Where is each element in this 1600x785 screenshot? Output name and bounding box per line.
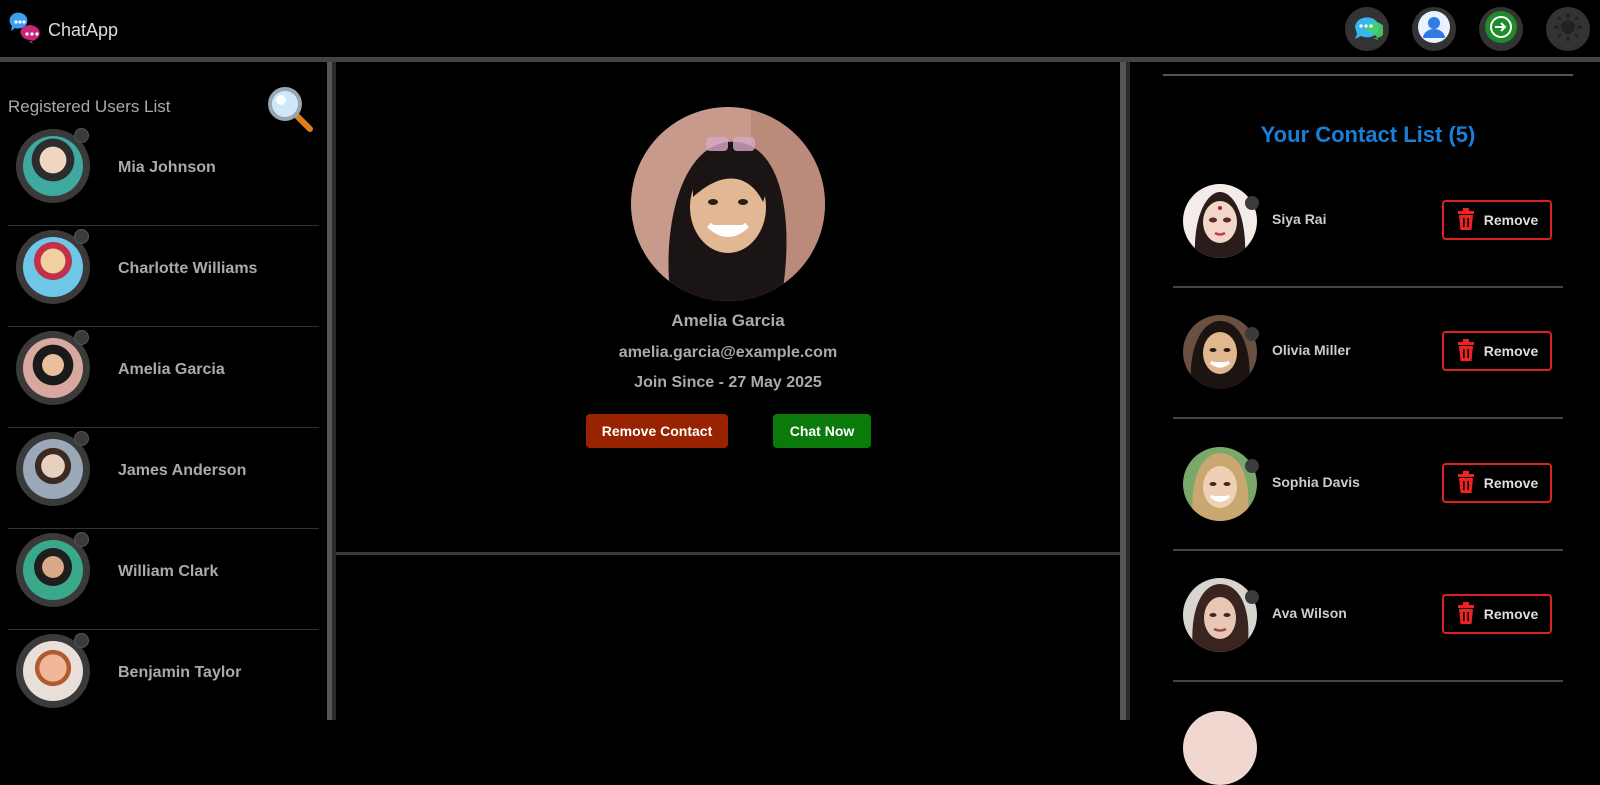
registered-users-heading: Registered Users List xyxy=(8,97,171,116)
trash-icon xyxy=(1456,338,1476,364)
avatar xyxy=(16,128,90,203)
contact-list-top-rule xyxy=(1163,74,1573,76)
remove-label: Remove xyxy=(1483,606,1539,622)
contact-list-item-partial[interactable] xyxy=(1183,711,1257,785)
contact-list-item[interactable]: Sophia Davis Remove xyxy=(1173,447,1563,576)
avatar xyxy=(1183,184,1257,258)
remove-label: Remove xyxy=(1483,475,1539,491)
user-list-item[interactable]: Charlotte Williams xyxy=(8,225,319,327)
top-bar: ChatApp xyxy=(0,0,1600,57)
avatar xyxy=(1183,447,1257,521)
user-list-item[interactable]: Mia Johnson xyxy=(8,124,319,226)
avatar xyxy=(16,229,90,304)
avatar xyxy=(16,532,90,607)
contact-name: Olivia Miller xyxy=(1272,342,1351,358)
nav-chats-button[interactable] xyxy=(1345,7,1389,51)
left-panel-divider xyxy=(327,62,336,720)
avatar xyxy=(16,431,90,506)
contact-list-item[interactable]: Siya Rai Remove xyxy=(1173,184,1563,313)
contact-divider xyxy=(1173,417,1563,419)
status-dot xyxy=(74,431,89,446)
user-name: Amelia Garcia xyxy=(118,361,225,378)
user-name: Charlotte Williams xyxy=(118,260,258,277)
user-name: Benjamin Taylor xyxy=(118,664,242,681)
contact-list-item[interactable]: Olivia Miller Remove xyxy=(1173,315,1563,444)
remove-contact-button[interactable]: Remove Contact xyxy=(586,414,728,448)
avatar xyxy=(16,633,90,708)
user-name: William Clark xyxy=(118,563,219,580)
remove-button[interactable]: Remove xyxy=(1442,200,1552,240)
user-list-item[interactable]: Benjamin Taylor xyxy=(8,629,319,730)
contact-list-item[interactable]: Ava Wilson Remove xyxy=(1173,578,1563,707)
status-dot xyxy=(74,330,89,345)
user-list-item[interactable]: William Clark xyxy=(8,528,319,630)
trash-icon xyxy=(1456,470,1476,496)
nav-theme-toggle-button[interactable] xyxy=(1546,7,1590,51)
contact-name: Siya Rai xyxy=(1272,211,1327,227)
status-dot xyxy=(74,532,89,547)
contact-name: Ava Wilson xyxy=(1272,605,1347,621)
user-list-item[interactable]: Amelia Garcia xyxy=(8,326,319,428)
profile-join-date: Join Since - 27 May 2025 xyxy=(634,374,822,391)
center-lower-panel xyxy=(336,555,1120,720)
contact-list-title: Your Contact List (5) xyxy=(1260,122,1476,147)
profile-panel: Amelia Garcia amelia.garcia@example.com … xyxy=(336,62,1120,552)
profile-photo xyxy=(631,107,825,301)
remove-button[interactable]: Remove xyxy=(1442,594,1552,634)
profile-email: amelia.garcia@example.com xyxy=(618,344,838,361)
user-list-item[interactable]: James Anderson xyxy=(8,427,319,529)
sun-settings-icon xyxy=(1552,11,1584,48)
chat-now-button[interactable]: Chat Now xyxy=(773,414,871,448)
contact-name: Sophia Davis xyxy=(1272,474,1360,490)
brand[interactable]: ChatApp xyxy=(8,10,118,51)
avatar xyxy=(1183,578,1257,652)
status-dot xyxy=(74,229,89,244)
user-name: James Anderson xyxy=(118,462,247,479)
app-title: ChatApp xyxy=(48,20,119,40)
trash-icon xyxy=(1456,601,1476,627)
right-panel-divider xyxy=(1120,62,1130,720)
remove-label: Remove xyxy=(1483,212,1539,228)
contact-divider xyxy=(1173,286,1563,288)
nav-login-button[interactable] xyxy=(1479,7,1523,51)
status-dot xyxy=(1245,327,1259,341)
avatar xyxy=(16,330,90,405)
chat-bubbles-logo-icon xyxy=(8,10,44,51)
status-dot xyxy=(1245,590,1259,604)
chat-icon xyxy=(1351,11,1385,48)
user-name: Mia Johnson xyxy=(118,159,216,176)
remove-label: Remove xyxy=(1483,343,1539,359)
contact-divider xyxy=(1173,549,1563,551)
profile-name: Amelia Garcia xyxy=(671,311,785,330)
remove-button[interactable]: Remove xyxy=(1442,331,1552,371)
login-icon xyxy=(1484,10,1518,49)
remove-button[interactable]: Remove xyxy=(1442,463,1552,503)
trash-icon xyxy=(1456,207,1476,233)
avatar xyxy=(1183,315,1257,389)
status-dot xyxy=(1245,459,1259,473)
contact-list-panel: Your Contact List (5) Siya Rai Remove Ol… xyxy=(1130,62,1600,785)
profile-icon xyxy=(1417,10,1451,49)
status-dot xyxy=(74,128,89,143)
contact-divider xyxy=(1173,680,1563,682)
status-dot xyxy=(1245,196,1259,210)
registered-users-panel: Registered Users List Mia Johnson Charlo… xyxy=(0,62,327,720)
status-dot xyxy=(74,633,89,648)
nav-profile-button[interactable] xyxy=(1412,7,1456,51)
